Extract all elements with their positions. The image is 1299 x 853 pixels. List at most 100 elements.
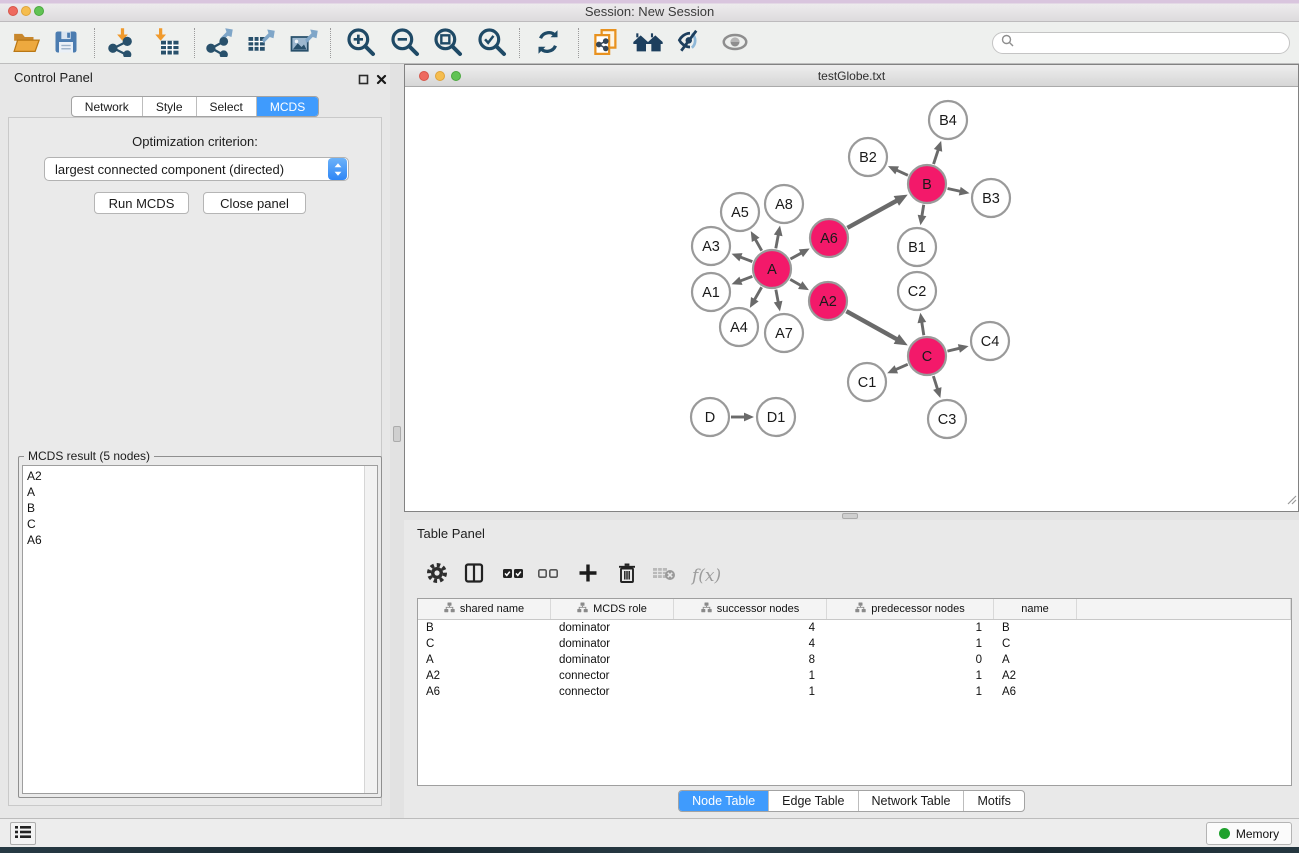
mcds-result-item[interactable]: A [27, 484, 377, 500]
table-row[interactable]: Cdominator41C [418, 636, 1291, 652]
tab-style[interactable]: Style [143, 97, 197, 116]
table-cell[interactable]: 1 [827, 638, 994, 650]
graph-edge-A6-B[interactable] [847, 195, 907, 228]
graph-edge-B-B3[interactable] [948, 187, 970, 196]
graph-node-C2[interactable]: C2 [898, 272, 936, 310]
graph-node-B2[interactable]: B2 [849, 138, 887, 176]
graph-edge-D-D1[interactable] [731, 413, 754, 422]
table-cell[interactable]: dominator [551, 622, 674, 634]
mcds-result-item[interactable]: B [27, 500, 377, 516]
graph-node-C3[interactable]: C3 [928, 400, 966, 438]
show-view-eye-button[interactable] [716, 25, 754, 61]
table-row[interactable]: Adominator80A [418, 652, 1291, 668]
column-header-shared-name[interactable]: shared name [418, 599, 551, 619]
horizontal-splitter[interactable] [404, 512, 1299, 520]
tab-motifs[interactable]: Motifs [964, 791, 1023, 811]
zoom-selected-button[interactable] [473, 25, 511, 61]
network-window-titlebar[interactable]: testGlobe.txt [405, 65, 1298, 87]
table-cell[interactable]: 1 [827, 622, 994, 634]
graph-node-A[interactable]: A [753, 250, 791, 288]
graph-node-B[interactable]: B [908, 165, 946, 203]
graph-edge-C-C2[interactable] [918, 313, 927, 336]
tab-node-table[interactable]: Node Table [679, 791, 769, 811]
graph-node-A6[interactable]: A6 [810, 219, 848, 257]
table-cell[interactable]: 8 [674, 654, 827, 666]
table-cell[interactable]: 1 [827, 686, 994, 698]
graph-edge-A-A4[interactable] [750, 287, 762, 308]
graph-edge-B-B1[interactable] [918, 205, 927, 226]
table-row[interactable]: A2connector11A2 [418, 668, 1291, 684]
table-cell[interactable]: 1 [827, 670, 994, 682]
close-panel-action-button[interactable]: Close panel [203, 192, 306, 214]
delete-button[interactable] [612, 560, 642, 588]
graph-node-C[interactable]: C [908, 337, 946, 375]
table-cell[interactable]: A6 [994, 686, 1077, 698]
table-cell[interactable]: connector [551, 670, 674, 682]
import-table-button[interactable] [147, 25, 185, 61]
graph-node-A1[interactable]: A1 [692, 273, 730, 311]
graph-node-A7[interactable]: A7 [765, 314, 803, 352]
zoom-out-button[interactable] [386, 25, 424, 61]
table-cell[interactable]: A2 [994, 670, 1077, 682]
hide-style-button[interactable] [671, 25, 709, 61]
graph-edge-C-C4[interactable] [947, 344, 968, 353]
search-input[interactable] [1019, 36, 1281, 50]
vertical-splitter[interactable] [390, 64, 404, 818]
table-cell[interactable]: connector [551, 686, 674, 698]
optimization-criterion-dropdown[interactable]: largest connected component (directed) [44, 157, 349, 181]
graph-node-A3[interactable]: A3 [692, 227, 730, 265]
column-header-successor-nodes[interactable]: successor nodes [674, 599, 827, 619]
column-header-MCDS-role[interactable]: MCDS role [551, 599, 674, 619]
tab-mcds[interactable]: MCDS [257, 97, 318, 116]
delete-table-button[interactable] [649, 560, 679, 588]
mcds-result-item[interactable]: C [27, 516, 377, 532]
table-cell[interactable]: 1 [674, 686, 827, 698]
horizontal-splitter-handle[interactable] [842, 513, 858, 519]
table-cell[interactable]: 1 [674, 670, 827, 682]
graph-node-C4[interactable]: C4 [971, 322, 1009, 360]
graph-node-A2[interactable]: A2 [809, 282, 847, 320]
table-cell[interactable]: 4 [674, 622, 827, 634]
table-cell[interactable]: B [994, 622, 1077, 634]
save-session-button[interactable] [47, 25, 85, 61]
graph-node-D[interactable]: D [691, 398, 729, 436]
export-image-button[interactable] [285, 25, 323, 61]
open-file-button[interactable] [7, 25, 45, 61]
graph-edge-A-A2[interactable] [790, 279, 809, 290]
search-field[interactable] [992, 32, 1290, 54]
resize-grip-icon[interactable] [1286, 492, 1297, 510]
graph-edge-B-B2[interactable] [888, 166, 908, 175]
toggle-panel-columns-button[interactable] [459, 560, 489, 588]
import-network-button[interactable] [102, 25, 140, 61]
float-panel-button[interactable] [356, 72, 370, 86]
vertical-splitter-handle[interactable] [393, 426, 401, 442]
settings-gear-button[interactable] [422, 560, 452, 588]
graph-edge-A-A7[interactable] [774, 290, 783, 312]
graph-edge-A-A3[interactable] [732, 253, 753, 261]
table-cell[interactable]: C [994, 638, 1077, 650]
export-table-button[interactable] [242, 25, 280, 61]
new-network-from-selection-button[interactable] [587, 25, 625, 61]
graph-edge-A2-C[interactable] [846, 311, 907, 345]
mcds-result-item[interactable]: A2 [27, 468, 377, 484]
select-all-checkboxes-button[interactable] [498, 560, 528, 588]
table-cell[interactable]: A [994, 654, 1077, 666]
deselect-all-checkboxes-button[interactable] [533, 560, 563, 588]
add-column-button[interactable] [573, 560, 603, 588]
table-cell[interactable]: dominator [551, 638, 674, 650]
run-mcds-button[interactable]: Run MCDS [94, 192, 189, 214]
graph-edge-C-C1[interactable] [887, 364, 908, 373]
table-cell[interactable]: A6 [418, 686, 551, 698]
show-log-console-button[interactable] [10, 822, 36, 845]
graph-node-A8[interactable]: A8 [765, 185, 803, 223]
table-cell[interactable]: A2 [418, 670, 551, 682]
zoom-in-button[interactable] [342, 25, 380, 61]
close-panel-button[interactable] [374, 72, 388, 86]
table-cell[interactable]: C [418, 638, 551, 650]
graph-edge-A-A5[interactable] [751, 231, 762, 251]
zoom-fit-button[interactable] [429, 25, 467, 61]
graph-node-B1[interactable]: B1 [898, 228, 936, 266]
graph-node-A4[interactable]: A4 [720, 308, 758, 346]
table-row[interactable]: A6connector11A6 [418, 684, 1291, 700]
tab-select[interactable]: Select [197, 97, 257, 116]
